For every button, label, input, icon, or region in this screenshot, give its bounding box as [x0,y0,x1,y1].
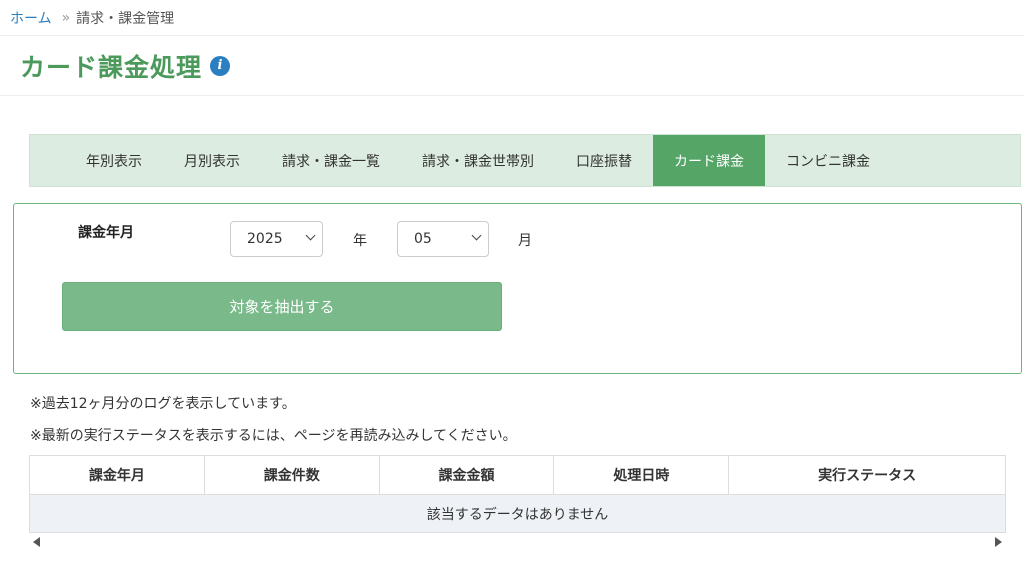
table-row: 該当するデータはありません [29,494,1006,533]
empty-message: 該当するデータはありません [29,494,1006,533]
breadcrumb-home-link[interactable]: ホーム [10,8,52,28]
tab-yearly[interactable]: 年別表示 [65,135,163,186]
breadcrumb-current: 請求・課金管理 [76,10,175,27]
chevron-down-icon [305,230,316,241]
tab-monthly[interactable]: 月別表示 [163,135,261,186]
tab-billing-by-household[interactable]: 請求・課金世帯別 [401,135,555,186]
log-period-note: ※過去12ヶ月分のログを表示しています。 [30,396,296,412]
month-select-value: 05 [414,231,432,247]
month-unit-label: 月 [518,233,532,249]
extract-button[interactable]: 対象を抽出する [62,282,502,331]
breadcrumb: ホーム » 請求・課金管理 [0,0,1024,36]
scroll-left-icon[interactable] [33,537,40,547]
reload-note: ※最新の実行ステータスを表示するには、ページを再読み込みしてください。 [30,428,517,444]
billing-month-label: 課金年月 [78,225,134,241]
year-unit-label: 年 [353,233,367,249]
chevron-down-icon [471,230,482,241]
scroll-right-icon[interactable] [995,537,1002,547]
column-header-billing-count: 課金件数 [203,455,380,495]
column-header-billing-amount: 課金金額 [378,455,555,495]
page-title: カード課金処理 [20,52,203,82]
billing-log-table: 課金年月 課金件数 課金金額 処理日時 実行ステータス 該当するデータはありませ… [29,455,1006,533]
tab-account-transfer[interactable]: 口座振替 [555,135,653,186]
column-header-processed-at: 処理日時 [553,455,730,495]
breadcrumb-separator: » [61,9,71,26]
tab-convenience-billing[interactable]: コンビニ課金 [765,135,891,186]
column-header-status: 実行ステータス [728,455,1006,495]
info-icon[interactable]: i [210,55,231,76]
table-header-row: 課金年月 課金件数 課金金額 処理日時 実行ステータス [29,455,1006,495]
page-header: カード課金処理 i [0,36,1024,96]
year-select-value: 2025 [247,231,283,247]
tab-bar: 年別表示 月別表示 請求・課金一覧 請求・課金世帯別 口座振替 カード課金 コン… [29,134,1021,187]
year-select[interactable]: 2025 [230,221,323,257]
search-panel: 課金年月 2025 年 05 月 対象を抽出する [13,203,1022,374]
horizontal-scrollbar[interactable] [29,534,1006,550]
tab-billing-list[interactable]: 請求・課金一覧 [261,135,401,186]
column-header-billing-month: 課金年月 [29,455,205,495]
tab-card-billing[interactable]: カード課金 [653,135,765,186]
month-select[interactable]: 05 [397,221,489,257]
